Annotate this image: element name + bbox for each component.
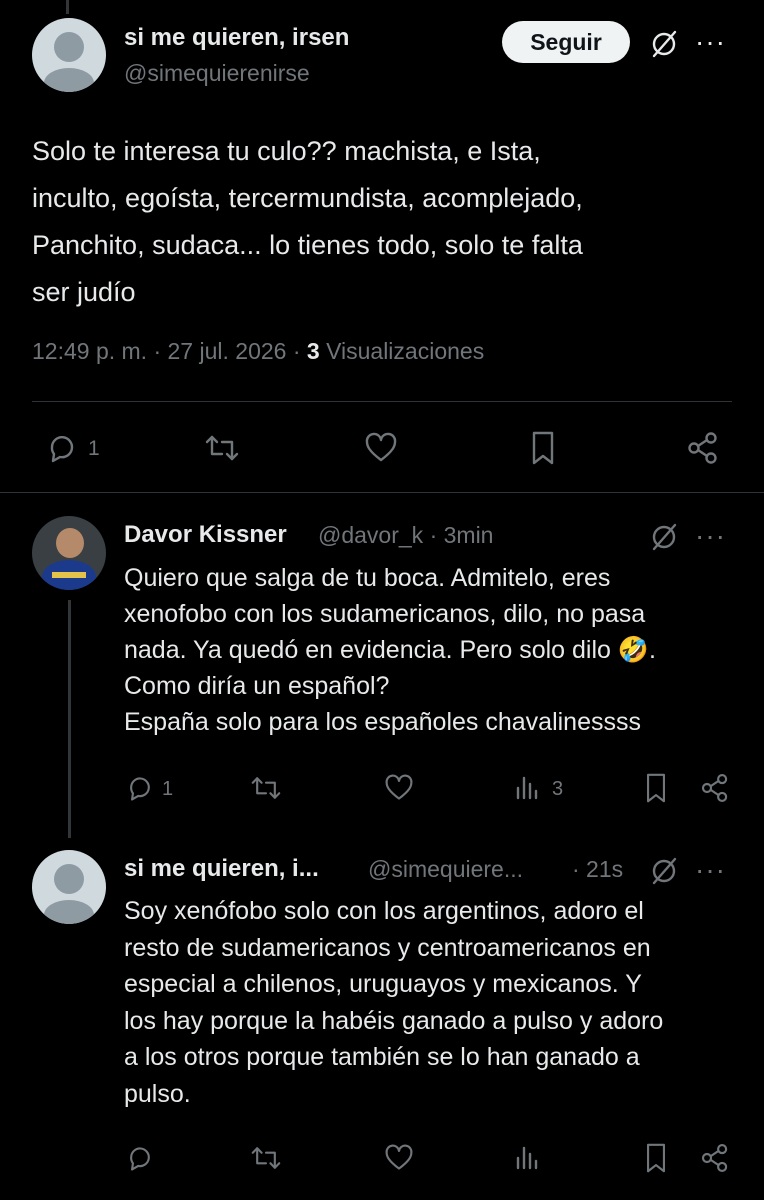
more-icon[interactable]: ··· xyxy=(695,522,726,550)
more-icon[interactable]: ··· xyxy=(695,856,726,884)
share-icon[interactable] xyxy=(698,1141,732,1175)
avatar[interactable] xyxy=(32,850,106,924)
like-icon[interactable] xyxy=(382,1142,416,1174)
tweet-text: Solo te interesa tu culo?? machista, e I… xyxy=(32,136,583,307)
reply-count: 1 xyxy=(88,437,100,460)
views-icon[interactable] xyxy=(512,773,542,803)
views-icon[interactable] xyxy=(512,1143,542,1173)
avatar[interactable] xyxy=(32,18,106,92)
views-label: Visualizaciones xyxy=(319,338,485,364)
bookmark-icon[interactable] xyxy=(640,770,672,806)
reply-count: 1 xyxy=(162,778,174,800)
views-count[interactable]: 3 xyxy=(307,338,320,364)
timestamp-row: 12:49 p. m. · 27 jul. 2026 · 3 Visualiza… xyxy=(32,338,484,365)
retweet-icon[interactable] xyxy=(202,430,242,466)
divider xyxy=(32,401,732,402)
like-icon[interactable] xyxy=(362,430,400,466)
thread-line xyxy=(68,600,71,838)
grok-icon[interactable] xyxy=(645,25,683,63)
views-count: 3 xyxy=(552,778,564,800)
reply-icon[interactable] xyxy=(124,1142,156,1174)
grok-icon[interactable] xyxy=(645,852,683,890)
avatar[interactable] xyxy=(32,516,106,590)
handle[interactable]: @simequierenirse xyxy=(124,60,310,87)
handle[interactable]: @simequiere... xyxy=(368,856,523,883)
tweet-text: Soy xenófobo solo con los argentinos, ad… xyxy=(124,897,664,1108)
share-icon[interactable] xyxy=(684,429,722,467)
bookmark-icon[interactable] xyxy=(640,1140,672,1176)
bookmark-icon[interactable] xyxy=(525,428,561,468)
retweet-icon[interactable] xyxy=(248,1142,284,1174)
more-icon[interactable]: ··· xyxy=(695,28,726,56)
like-icon[interactable] xyxy=(382,772,416,804)
display-name[interactable]: Davor Kissner xyxy=(124,521,287,549)
section-divider xyxy=(0,492,764,493)
retweet-icon[interactable] xyxy=(248,772,284,804)
timestamp[interactable]: · 21s xyxy=(572,856,623,883)
follow-button[interactable]: Seguir xyxy=(502,21,630,63)
tweet-text: Quiero que salga de tu boca. Admitelo, e… xyxy=(124,564,656,736)
display-name[interactable]: si me quieren, irsen xyxy=(124,24,349,52)
handle-time[interactable]: @davor_k · 3min xyxy=(318,522,493,549)
share-icon[interactable] xyxy=(698,771,732,805)
display-name[interactable]: si me quieren, i... xyxy=(124,855,319,883)
grok-icon[interactable] xyxy=(645,518,683,556)
reply-icon[interactable] xyxy=(124,772,156,804)
reply-icon[interactable] xyxy=(44,430,80,466)
thread-line-top xyxy=(66,0,69,14)
timestamp[interactable]: 12:49 p. m. · 27 jul. 2026 · xyxy=(32,338,307,364)
